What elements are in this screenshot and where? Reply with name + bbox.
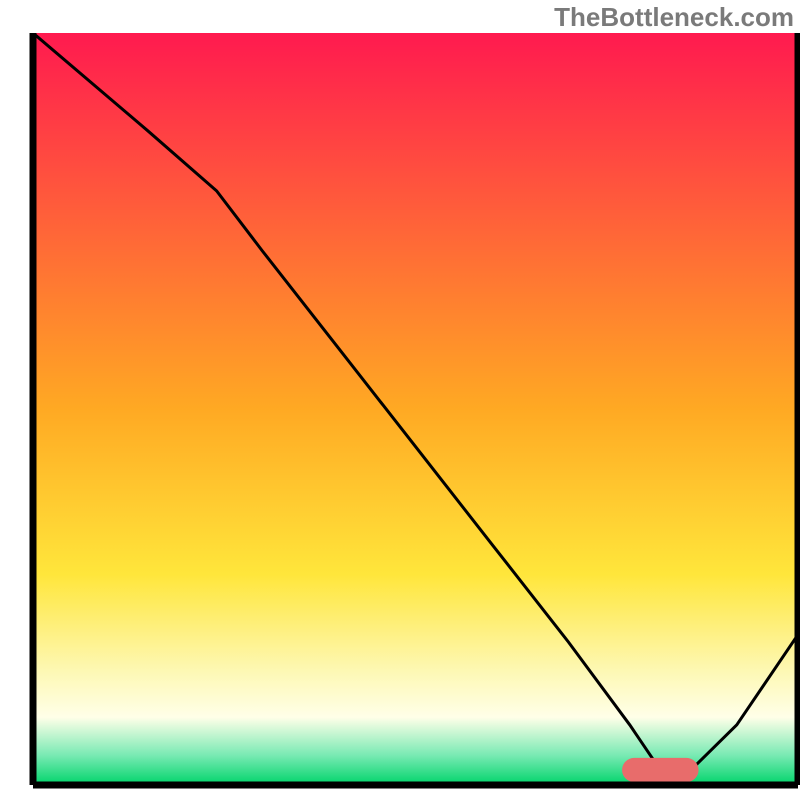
gradient-background	[33, 33, 798, 785]
plot-svg	[0, 0, 800, 800]
plot-area	[33, 33, 798, 785]
optimal-marker	[622, 758, 699, 782]
bottleneck-chart: TheBottleneck.com	[0, 0, 800, 800]
